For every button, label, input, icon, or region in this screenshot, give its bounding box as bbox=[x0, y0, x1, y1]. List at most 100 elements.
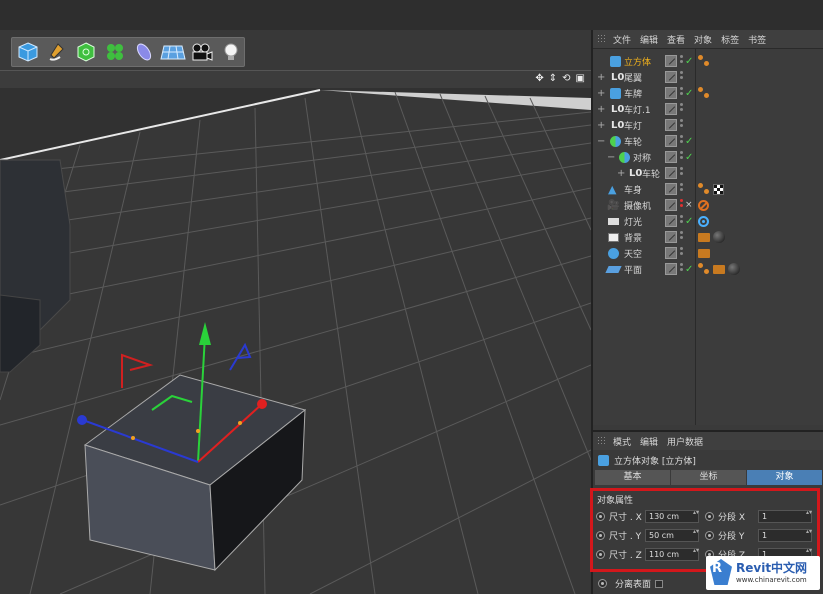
visibility-dots-icon[interactable] bbox=[680, 247, 684, 259]
cloner-tool-icon[interactable] bbox=[102, 39, 129, 65]
grip-icon[interactable] bbox=[597, 34, 607, 44]
object-name[interactable]: 车轮 bbox=[642, 167, 660, 180]
object-name[interactable]: 车灯 bbox=[624, 119, 642, 132]
rotate-view-icon[interactable]: ⟲ bbox=[562, 73, 570, 84]
list-item[interactable]: 平面 ✓ bbox=[593, 261, 823, 277]
layer-icon[interactable] bbox=[665, 183, 677, 195]
phong-tag-icon[interactable] bbox=[698, 55, 710, 67]
tab-basic[interactable]: 基本 bbox=[595, 470, 671, 485]
size-x-field[interactable]: 130 cm bbox=[645, 510, 699, 523]
list-item[interactable]: ▲ 车身 bbox=[593, 181, 823, 197]
zoom-view-icon[interactable]: ⇕ bbox=[549, 73, 557, 84]
list-item[interactable]: − 对称 ✓ bbox=[593, 149, 823, 165]
enabled-check-icon[interactable]: ✓ bbox=[685, 264, 693, 275]
phong-tag-icon[interactable] bbox=[698, 183, 710, 195]
anim-radio[interactable] bbox=[598, 579, 607, 588]
object-name[interactable]: 平面 bbox=[624, 263, 642, 276]
list-item[interactable]: 立方体 ✓ bbox=[593, 53, 823, 69]
layer-icon[interactable] bbox=[665, 119, 677, 131]
enabled-check-icon[interactable]: ✓ bbox=[685, 56, 693, 67]
3d-viewport[interactable] bbox=[0, 88, 591, 594]
anim-radio[interactable] bbox=[596, 531, 605, 540]
subdivision-tool-icon[interactable] bbox=[73, 39, 100, 65]
menu-mode[interactable]: 模式 bbox=[613, 435, 631, 448]
visibility-dots-icon[interactable] bbox=[680, 71, 684, 83]
pen-tool-icon[interactable] bbox=[44, 39, 71, 65]
object-name[interactable]: 车牌 bbox=[624, 87, 642, 100]
layer-icon[interactable] bbox=[665, 135, 677, 147]
visibility-dots-icon[interactable] bbox=[680, 119, 684, 131]
object-name[interactable]: 车灯.1 bbox=[624, 103, 651, 116]
visibility-dots-icon[interactable] bbox=[680, 263, 684, 275]
enabled-check-icon[interactable]: ✓ bbox=[685, 136, 693, 147]
visibility-dots-icon[interactable] bbox=[680, 199, 684, 211]
list-item[interactable]: + 车牌 ✓ bbox=[593, 85, 823, 101]
layer-icon[interactable] bbox=[665, 103, 677, 115]
list-item[interactable]: 🎥 摄像机 × bbox=[593, 197, 823, 213]
phong-tag-icon[interactable] bbox=[698, 263, 710, 275]
anim-radio[interactable] bbox=[596, 550, 605, 559]
object-name[interactable]: 车轮 bbox=[624, 135, 642, 148]
object-name[interactable]: 车身 bbox=[624, 183, 642, 196]
list-item[interactable]: + L0 车灯.1 bbox=[593, 101, 823, 117]
object-name[interactable]: 立方体 bbox=[624, 55, 651, 68]
menu-user-data[interactable]: 用户数据 bbox=[667, 435, 703, 448]
seg-y-field[interactable]: 1 bbox=[758, 529, 812, 542]
menu-edit[interactable]: 编辑 bbox=[640, 33, 658, 46]
list-item[interactable]: 天空 bbox=[593, 245, 823, 261]
material-tag-icon[interactable] bbox=[713, 231, 725, 243]
menu-view[interactable]: 查看 bbox=[667, 33, 685, 46]
object-name[interactable]: 尾翼 bbox=[624, 71, 642, 84]
disabled-x-icon[interactable]: × bbox=[685, 200, 693, 210]
texture-tag-icon[interactable] bbox=[713, 183, 724, 195]
object-name[interactable]: 摄像机 bbox=[624, 199, 651, 212]
visibility-dots-icon[interactable] bbox=[680, 167, 684, 179]
seg-x-field[interactable]: 1 bbox=[758, 510, 812, 523]
menu-file[interactable]: 文件 bbox=[613, 33, 631, 46]
visibility-dots-icon[interactable] bbox=[680, 87, 684, 99]
size-y-field[interactable]: 50 cm bbox=[645, 529, 699, 542]
object-name[interactable]: 背景 bbox=[624, 231, 642, 244]
list-item[interactable]: 灯光 ✓ bbox=[593, 213, 823, 229]
move-view-icon[interactable]: ✥ bbox=[535, 73, 543, 84]
object-name[interactable]: 天空 bbox=[624, 247, 642, 260]
deformer-tool-icon[interactable] bbox=[131, 39, 158, 65]
grip-icon[interactable] bbox=[597, 436, 607, 446]
visibility-dots-icon[interactable] bbox=[680, 55, 684, 67]
anim-radio[interactable] bbox=[705, 531, 714, 540]
compositing-tag-icon[interactable] bbox=[713, 264, 725, 274]
enabled-check-icon[interactable]: ✓ bbox=[685, 152, 693, 163]
tab-object[interactable]: 对象 bbox=[747, 470, 823, 485]
visibility-dots-icon[interactable] bbox=[680, 151, 684, 163]
layer-icon[interactable] bbox=[665, 199, 677, 211]
size-z-field[interactable]: 110 cm bbox=[645, 548, 699, 561]
light-tool-icon[interactable] bbox=[217, 39, 244, 65]
layer-icon[interactable] bbox=[665, 71, 677, 83]
protection-tag-icon[interactable] bbox=[698, 199, 709, 211]
layer-icon[interactable] bbox=[665, 215, 677, 227]
list-item[interactable]: + L0 车灯 bbox=[593, 117, 823, 133]
list-item[interactable]: + L0 车轮 bbox=[593, 165, 823, 181]
enabled-check-icon[interactable]: ✓ bbox=[685, 216, 693, 227]
separate-surfaces-checkbox[interactable] bbox=[655, 579, 664, 588]
list-item[interactable]: + L0 尾翼 bbox=[593, 69, 823, 85]
tab-coord[interactable]: 坐标 bbox=[671, 470, 747, 485]
enabled-check-icon[interactable]: ✓ bbox=[685, 88, 693, 99]
camera-tool-icon[interactable] bbox=[188, 39, 215, 65]
layer-icon[interactable] bbox=[665, 167, 677, 179]
cube-tool-icon[interactable] bbox=[15, 39, 42, 65]
menu-edit[interactable]: 编辑 bbox=[640, 435, 658, 448]
list-item[interactable]: 背景 bbox=[593, 229, 823, 245]
layer-icon[interactable] bbox=[665, 55, 677, 67]
material-tag-icon[interactable] bbox=[728, 263, 740, 275]
object-name[interactable]: 灯光 bbox=[624, 215, 642, 228]
anim-radio[interactable] bbox=[705, 512, 714, 521]
layer-icon[interactable] bbox=[665, 231, 677, 243]
list-item[interactable]: − 车轮 ✓ bbox=[593, 133, 823, 149]
phong-tag-icon[interactable] bbox=[698, 87, 710, 99]
object-name[interactable]: 对称 bbox=[633, 151, 651, 164]
visibility-dots-icon[interactable] bbox=[680, 103, 684, 115]
menu-tag[interactable]: 标签 bbox=[721, 33, 739, 46]
maximize-view-icon[interactable]: ▣ bbox=[576, 73, 585, 84]
visibility-dots-icon[interactable] bbox=[680, 183, 684, 195]
